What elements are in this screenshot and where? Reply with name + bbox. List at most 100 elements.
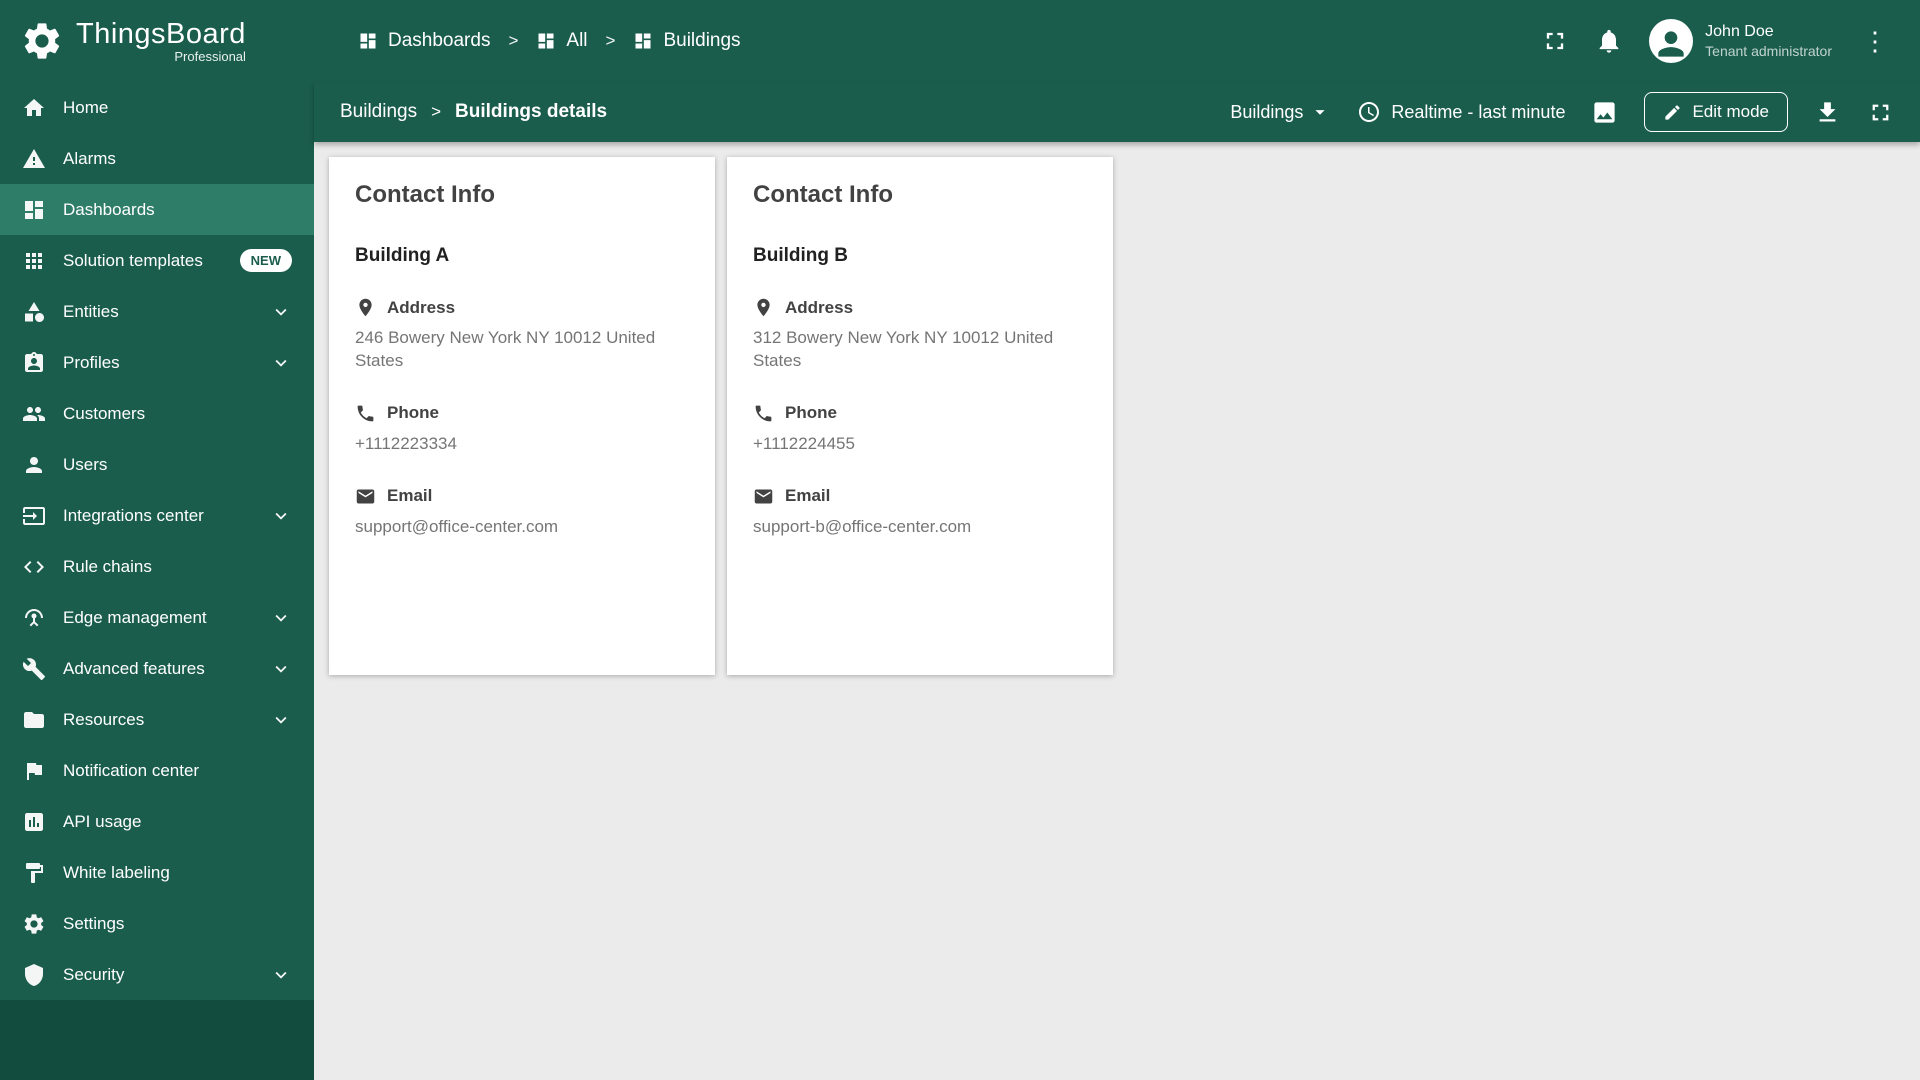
breadcrumb-label: All	[566, 30, 588, 51]
topbar-actions: John Doe Tenant administrator ⋮	[1541, 19, 1892, 63]
fullscreen-icon[interactable]	[1541, 27, 1569, 55]
brand: ThingsBoard Professional	[76, 18, 246, 64]
sidebar-item-solution-templates[interactable]: Solution templates NEW	[0, 235, 314, 286]
dashboards-icon	[536, 31, 556, 51]
sidebar-item-entities[interactable]: Entities	[0, 286, 314, 337]
user-menu[interactable]: John Doe Tenant administrator	[1649, 19, 1832, 63]
phone-icon	[355, 403, 376, 424]
sidebar-nav: Home Alarms Dashboards Solution template…	[0, 82, 314, 1000]
thingsboard-logo[interactable]: ThingsBoard Professional	[0, 0, 314, 82]
sidebar-item-white-labeling[interactable]: White labeling	[0, 847, 314, 898]
sidebar-item-profiles[interactable]: Profiles	[0, 337, 314, 388]
category-icon	[22, 300, 46, 324]
sidebar-item-dashboards[interactable]: Dashboards	[0, 184, 314, 235]
gear-logo-icon	[20, 19, 64, 63]
chevron-down-icon	[270, 964, 292, 986]
breadcrumb-separator: >	[508, 31, 519, 50]
contact-info-card-building-b: Contact Info Building B Address 312 Bowe…	[727, 157, 1113, 675]
address-value: 246 Bowery New York NY 10012 United Stat…	[355, 328, 656, 370]
code-icon	[22, 555, 46, 579]
breadcrumb-separator: >	[605, 31, 616, 50]
new-badge: NEW	[239, 249, 292, 272]
chart-icon	[22, 810, 46, 834]
breadcrumb-label: Buildings	[663, 30, 741, 51]
build-icon	[22, 657, 46, 681]
brand-subtitle: Professional	[174, 49, 246, 64]
email-value: support@office-center.com	[355, 516, 559, 536]
more-menu-icon[interactable]: ⋮	[1858, 28, 1892, 54]
toolbar-breadcrumb-current: Buildings details	[455, 101, 608, 122]
phone-label: Phone	[785, 403, 837, 423]
chevron-down-icon	[270, 658, 292, 680]
sidebar-item-label: Advanced features	[63, 658, 205, 678]
sidebar-item-label: Integrations center	[63, 505, 204, 525]
email-label: Email	[785, 486, 831, 506]
toolbar-breadcrumb-root[interactable]: Buildings	[340, 101, 417, 123]
dashboard-toolbar: Buildings > Buildings details Buildings …	[314, 82, 1920, 142]
clock-icon	[1357, 100, 1381, 124]
chevron-down-icon	[270, 301, 292, 323]
sidebar-item-security[interactable]: Security	[0, 949, 314, 1000]
breadcrumb-item-buildings[interactable]: Buildings	[633, 30, 741, 52]
breadcrumb-label: Dashboards	[388, 30, 491, 51]
sidebar-item-label: Notification center	[63, 760, 200, 780]
building-name: Building B	[753, 245, 848, 266]
dashboards-icon	[358, 31, 378, 51]
sidebar-item-resources[interactable]: Resources	[0, 694, 314, 745]
sidebar-item-api-usage[interactable]: API usage	[0, 796, 314, 847]
phone-label: Phone	[387, 403, 439, 423]
flag-icon	[22, 759, 46, 783]
phone-value: +1112223334	[355, 433, 457, 453]
edit-mode-button[interactable]: Edit mode	[1644, 92, 1788, 132]
sidebar-item-rule-chains[interactable]: Rule chains	[0, 541, 314, 592]
antenna-icon	[22, 606, 46, 630]
breadcrumb-item-dashboards[interactable]: Dashboards	[358, 30, 490, 52]
phone-icon	[753, 403, 774, 424]
breadcrumb: Dashboards > All > Buildings	[358, 30, 741, 52]
people-icon	[22, 402, 46, 426]
sidebar-item-settings[interactable]: Settings	[0, 898, 314, 949]
card-title: Contact Info	[355, 181, 495, 208]
input-icon	[22, 504, 46, 528]
sidebar-item-label: Solution templates	[63, 250, 203, 270]
sidebar-item-label: Home	[63, 97, 109, 117]
person-icon	[22, 453, 46, 477]
sidebar-item-alarms[interactable]: Alarms	[0, 133, 314, 184]
toolbar-fullscreen-icon[interactable]	[1867, 99, 1894, 126]
user-name: John Doe	[1705, 23, 1774, 40]
state-selector[interactable]: Buildings	[1230, 101, 1331, 123]
sidebar-item-label: Rule chains	[63, 556, 152, 576]
notifications-bell-icon[interactable]	[1595, 27, 1623, 55]
avatar	[1649, 19, 1694, 63]
sidebar-item-label: White labeling	[63, 862, 170, 882]
sidebar-item-label: Edge management	[63, 607, 207, 627]
download-icon[interactable]	[1814, 99, 1841, 126]
chevron-down-icon	[270, 709, 292, 731]
breadcrumb-item-all[interactable]: All	[536, 30, 588, 52]
state-selector-label: Buildings	[1230, 101, 1304, 122]
sidebar-item-notification-center[interactable]: Notification center	[0, 745, 314, 796]
timewindow-button[interactable]: Realtime - last minute	[1357, 100, 1565, 124]
main-column: Dashboards > All > Buildings John Doe Tenant…	[314, 0, 1920, 1080]
app-root: ThingsBoard Professional Home Alarms Das…	[0, 0, 1920, 1080]
sidebar: ThingsBoard Professional Home Alarms Das…	[0, 0, 314, 1080]
dashboard-content: Contact Info Building A Address 246 Bowe…	[314, 142, 1920, 1080]
address-field: Address 246 Bowery New York NY 10012 Uni…	[355, 297, 689, 373]
contact-info-card-building-a: Contact Info Building A Address 246 Bowe…	[329, 157, 715, 675]
folder-icon	[22, 708, 46, 732]
image-export-icon[interactable]	[1591, 99, 1618, 126]
sidebar-item-integrations-center[interactable]: Integrations center	[0, 490, 314, 541]
sidebar-item-advanced-features[interactable]: Advanced features	[0, 643, 314, 694]
phone-field: Phone +1112223334	[355, 403, 689, 456]
sidebar-item-customers[interactable]: Customers	[0, 388, 314, 439]
sidebar-item-users[interactable]: Users	[0, 439, 314, 490]
phone-field: Phone +1112224455	[753, 403, 1087, 456]
sidebar-item-home[interactable]: Home	[0, 82, 314, 133]
location-pin-icon	[355, 297, 376, 318]
toolbar-breadcrumb-separator: >	[431, 102, 442, 121]
sidebar-item-edge-management[interactable]: Edge management	[0, 592, 314, 643]
building-name: Building A	[355, 245, 450, 266]
dashboards-icon	[22, 198, 46, 222]
apps-icon	[22, 249, 46, 273]
sidebar-item-label: Resources	[63, 709, 145, 729]
